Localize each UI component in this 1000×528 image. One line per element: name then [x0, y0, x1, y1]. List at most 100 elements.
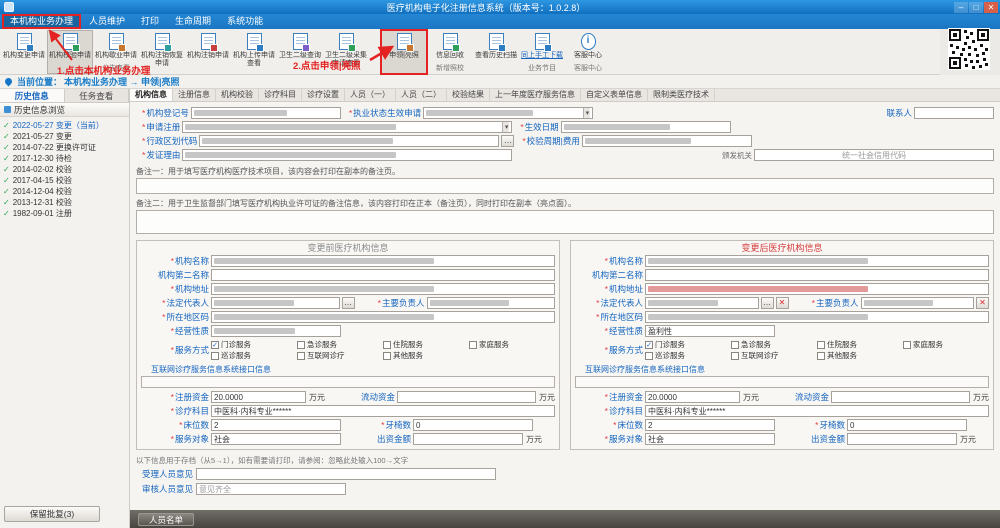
- field-input[interactable]: [847, 433, 957, 445]
- history-tree-item[interactable]: ✓2013-12-31 校验: [3, 197, 129, 208]
- history-tree-item[interactable]: ✓2014-12-04 校验: [3, 186, 129, 197]
- history-tree-item[interactable]: ✓2022-05-27 变更（当前）: [3, 120, 129, 131]
- form-tab[interactable]: 机构校验: [216, 89, 259, 101]
- field-input[interactable]: [211, 255, 555, 267]
- form-tab[interactable]: 自定义表单信息: [581, 89, 648, 101]
- toolbar-button[interactable]: 机构上传申请查看: [231, 30, 277, 74]
- checkbox[interactable]: [817, 352, 825, 360]
- field-input[interactable]: 2: [645, 419, 775, 431]
- checkbox[interactable]: ✓: [211, 341, 219, 349]
- history-tree-item[interactable]: ✓2014-07-22 更换许可证: [3, 142, 129, 153]
- field-input[interactable]: [645, 269, 989, 281]
- checkbox-option[interactable]: 巡诊服务: [645, 350, 731, 361]
- toolbar-sub-label[interactable]: 业务节目: [528, 63, 556, 73]
- checkbox[interactable]: ✓: [645, 341, 653, 349]
- toolbar-button[interactable]: 机构注销申请: [185, 30, 231, 74]
- checkbox-option[interactable]: 住院服务: [383, 339, 469, 350]
- form-tab[interactable]: 上一年度医疗服务信息: [490, 89, 581, 101]
- toolbar-button[interactable]: 信息回收新增照校: [427, 30, 473, 74]
- checkbox-option[interactable]: 住院服务: [817, 339, 903, 350]
- toolbar-sub-label[interactable]: 客服中心: [574, 63, 602, 73]
- field-input[interactable]: [191, 107, 341, 119]
- checkbox-option[interactable]: ✓门诊服务: [645, 339, 731, 350]
- field-input[interactable]: [914, 107, 994, 119]
- personnel-list-button[interactable]: 人员名单: [138, 513, 194, 526]
- field-input[interactable]: [561, 121, 731, 133]
- menu-item[interactable]: 打印: [133, 14, 167, 29]
- remark2-input[interactable]: [136, 210, 994, 234]
- history-tree-item[interactable]: ✓2014-02-02 校验: [3, 164, 129, 175]
- checkbox[interactable]: [903, 341, 911, 349]
- toolbar-button[interactable]: 申领|亮照: [381, 30, 427, 74]
- field-input[interactable]: 20.0000: [211, 391, 306, 403]
- checkbox[interactable]: [297, 352, 305, 360]
- menu-item[interactable]: 系统功能: [219, 14, 271, 29]
- browse-button[interactable]: …: [501, 135, 514, 147]
- field-input[interactable]: [211, 269, 555, 281]
- field-input[interactable]: [831, 391, 970, 403]
- field-input[interactable]: [645, 311, 989, 323]
- field-input[interactable]: 2: [211, 419, 341, 431]
- checkbox[interactable]: [645, 352, 653, 360]
- checkbox-option[interactable]: 家庭服务: [469, 339, 555, 350]
- internet-service-group-box[interactable]: [141, 376, 555, 388]
- form-tab[interactable]: 诊疗设置: [302, 89, 345, 101]
- browse-button[interactable]: …: [761, 297, 774, 309]
- checkbox[interactable]: [297, 341, 305, 349]
- checkbox[interactable]: [817, 341, 825, 349]
- checkbox-option[interactable]: 其他服务: [817, 350, 903, 361]
- field-input[interactable]: [582, 135, 752, 147]
- field-input[interactable]: 0: [847, 419, 967, 431]
- checkbox-option[interactable]: 互联网诊疗: [731, 350, 817, 361]
- field-input[interactable]: 统一社会信用代码: [754, 149, 994, 161]
- field-input[interactable]: [211, 325, 341, 337]
- field-input[interactable]: [182, 149, 512, 161]
- field-input[interactable]: 20.0000: [645, 391, 740, 403]
- field-input[interactable]: [397, 391, 536, 403]
- minimize-button[interactable]: –: [954, 2, 968, 13]
- toolbar-button[interactable]: 查看历史扫描: [473, 30, 519, 74]
- menu-item[interactable]: 人员维护: [81, 14, 133, 29]
- field-input[interactable]: 社会: [211, 433, 341, 445]
- field-input[interactable]: ▾: [182, 121, 512, 133]
- checkbox[interactable]: [211, 352, 219, 360]
- form-tab[interactable]: 限制类医疗技术: [648, 89, 715, 101]
- field-input[interactable]: [427, 297, 556, 309]
- toolbar-button[interactable]: 机构变更申请: [1, 30, 47, 74]
- maximize-button[interactable]: □: [969, 2, 983, 13]
- history-tree-item[interactable]: ✓2017-12-30 待检: [3, 153, 129, 164]
- close-button[interactable]: ✕: [984, 2, 998, 13]
- history-tree-item[interactable]: ✓2017-04-15 校验: [3, 175, 129, 186]
- remark1-input[interactable]: [136, 178, 994, 194]
- field-input[interactable]: 0: [413, 419, 533, 431]
- history-tree-item[interactable]: ✓1982-09-01 注册: [3, 208, 129, 219]
- field-input[interactable]: [199, 135, 499, 147]
- form-tab[interactable]: 诊疗科目: [259, 89, 302, 101]
- field-input[interactable]: ▾: [423, 107, 593, 119]
- form-tab[interactable]: 机构信息: [130, 89, 173, 101]
- toolbar-button[interactable]: 同上手工下载业务节目: [519, 30, 565, 74]
- checkbox-option[interactable]: 急诊服务: [297, 339, 383, 350]
- field-input[interactable]: [645, 283, 989, 295]
- checkbox[interactable]: [731, 352, 739, 360]
- field-input[interactable]: [413, 433, 523, 445]
- keep-approval-button[interactable]: 保留批复(3): [4, 506, 100, 522]
- checkbox-option[interactable]: 巡诊服务: [211, 350, 297, 361]
- field-input[interactable]: 社会: [645, 433, 775, 445]
- form-tab[interactable]: 校验结果: [447, 89, 490, 101]
- acceptor-opinion-input[interactable]: [196, 468, 496, 480]
- clear-button[interactable]: ✕: [776, 297, 789, 309]
- internet-service-group-box[interactable]: [575, 376, 989, 388]
- field-input[interactable]: [645, 255, 989, 267]
- form-tab[interactable]: 人员（二）: [396, 89, 447, 101]
- menu-item[interactable]: 生命周期: [167, 14, 219, 29]
- checkbox-option[interactable]: 急诊服务: [731, 339, 817, 350]
- checkbox[interactable]: [469, 341, 477, 349]
- toolbar-sub-label[interactable]: 新增照校: [436, 63, 464, 73]
- menu-item[interactable]: 本机构业务办理: [2, 14, 81, 29]
- checkbox-option[interactable]: 互联网诊疗: [297, 350, 383, 361]
- history-tree-item[interactable]: ✓2021-05-27 变更: [3, 131, 129, 142]
- field-input[interactable]: [211, 311, 555, 323]
- sidebar-tab[interactable]: 历史信息: [0, 89, 65, 102]
- field-input[interactable]: [861, 297, 975, 309]
